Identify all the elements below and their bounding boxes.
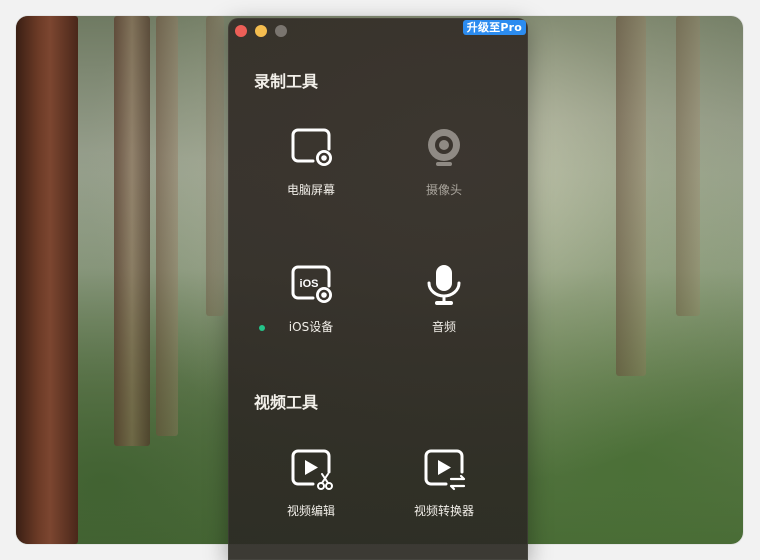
wallpaper-tree-trunk xyxy=(114,16,150,446)
section-title-video: 视频工具 xyxy=(254,393,319,412)
ios-connected-status-dot xyxy=(259,325,265,331)
wallpaper-tree-trunk xyxy=(676,16,700,316)
tool-label: 视频转换器 xyxy=(413,504,474,518)
upgrade-pro-button[interactable]: 升级至Pro xyxy=(462,20,526,35)
tool-label: 视频编辑 xyxy=(286,504,335,518)
wallpaper-tree-trunk xyxy=(156,16,178,436)
window-controls xyxy=(235,25,287,37)
app-window: 升级至Pro 录制工具 电脑屏幕 摄像头 iOS iOS设备 音频 视频工具 视… xyxy=(228,18,528,560)
minimize-button[interactable] xyxy=(255,25,267,37)
tool-screen-record[interactable]: 电脑屏幕 xyxy=(251,125,371,198)
tool-label: iOS设备 xyxy=(288,320,334,334)
zoom-button[interactable] xyxy=(275,25,287,37)
wallpaper-tree-trunk xyxy=(616,16,646,376)
webcam-icon xyxy=(421,125,467,171)
close-button[interactable] xyxy=(235,25,247,37)
video-edit-icon xyxy=(288,446,334,492)
wallpaper-tree-trunk xyxy=(16,16,78,544)
section-title-recording: 录制工具 xyxy=(254,72,319,91)
ios-device-icon: iOS xyxy=(288,262,334,308)
tool-label: 摄像头 xyxy=(425,183,462,197)
tool-label: 音频 xyxy=(431,320,456,334)
tool-video-edit[interactable]: 视频编辑 xyxy=(251,446,371,519)
screen-record-icon xyxy=(288,125,334,171)
tool-webcam[interactable]: 摄像头 xyxy=(384,125,504,198)
tool-label: 电脑屏幕 xyxy=(286,183,335,197)
tool-audio[interactable]: 音频 xyxy=(384,262,504,335)
tool-ios-device[interactable]: iOS iOS设备 xyxy=(251,262,371,335)
ios-icon-text: iOS xyxy=(300,278,319,290)
microphone-icon xyxy=(421,262,467,308)
video-convert-icon xyxy=(421,446,467,492)
tool-video-convert[interactable]: 视频转换器 xyxy=(384,446,504,519)
wallpaper-tree-trunk xyxy=(206,16,224,316)
